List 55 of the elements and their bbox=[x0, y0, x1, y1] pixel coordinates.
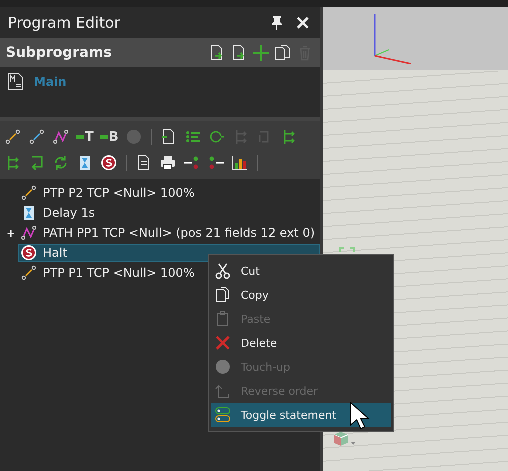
axes-icon bbox=[373, 12, 413, 64]
return-arrow-icon bbox=[215, 383, 231, 399]
stop-icon bbox=[21, 245, 37, 261]
toolbar-button[interactable] bbox=[183, 154, 201, 172]
document-icon bbox=[209, 44, 225, 60]
section-title: Subprograms bbox=[6, 44, 113, 60]
toolbar-button[interactable] bbox=[207, 154, 225, 172]
hourglass-icon bbox=[77, 155, 93, 171]
toolbar-button[interactable] bbox=[28, 128, 46, 146]
menu-item[interactable]: Toggle statement bbox=[211, 403, 391, 427]
statement-item[interactable]: PATH PP1 TCP <Null> (pos 21 fields 12 ext 0) bbox=[18, 224, 320, 242]
stop-icon bbox=[101, 155, 117, 171]
toolbar-button[interactable]: B bbox=[100, 130, 119, 144]
refresh-icon bbox=[53, 155, 69, 171]
circle-icon bbox=[215, 359, 231, 375]
copy-icon bbox=[215, 287, 231, 303]
document-icon bbox=[231, 44, 247, 60]
toolbar-button[interactable] bbox=[4, 128, 22, 146]
copy-icon bbox=[275, 44, 291, 60]
document-icon bbox=[160, 129, 177, 145]
clipboard-icon bbox=[215, 311, 231, 327]
signal-icon bbox=[208, 155, 224, 171]
document-icon bbox=[136, 155, 152, 171]
hourglass-icon bbox=[21, 205, 37, 221]
loop-icon bbox=[208, 129, 225, 145]
toolbar-button[interactable] bbox=[159, 154, 177, 172]
menu-item[interactable]: Copy bbox=[211, 283, 391, 307]
signal-icon bbox=[184, 155, 200, 171]
toolbar-button[interactable]: T bbox=[76, 130, 94, 144]
plus-icon bbox=[253, 44, 269, 60]
cursor-icon bbox=[350, 402, 370, 430]
list-icon bbox=[184, 129, 201, 145]
motion-icon bbox=[21, 265, 37, 281]
expand-icon bbox=[339, 247, 355, 254]
expand-button[interactable]: + bbox=[4, 226, 18, 240]
path-icon bbox=[53, 129, 69, 145]
statement-item[interactable]: Delay 1s bbox=[18, 204, 320, 222]
motion-icon bbox=[29, 129, 45, 145]
path-icon bbox=[21, 225, 37, 241]
bar-chart-icon bbox=[232, 155, 248, 171]
scissors-icon bbox=[215, 263, 231, 279]
toolbar-button[interactable] bbox=[52, 128, 70, 146]
toggle-icon bbox=[215, 407, 231, 423]
close-icon bbox=[215, 335, 231, 351]
document-icon bbox=[8, 73, 24, 91]
menu-item[interactable]: Cut bbox=[211, 259, 391, 283]
circle-icon bbox=[126, 129, 142, 145]
return-icon bbox=[29, 155, 45, 171]
menu-item[interactable]: Delete bbox=[211, 331, 391, 355]
printer-icon bbox=[160, 155, 176, 171]
motion-icon bbox=[5, 129, 21, 145]
statement-item[interactable]: PTP P2 TCP <Null> 100% bbox=[18, 184, 320, 202]
panel-title: Program Editor bbox=[8, 14, 122, 32]
motion-icon bbox=[21, 185, 37, 201]
toolbar-button[interactable] bbox=[100, 154, 118, 172]
